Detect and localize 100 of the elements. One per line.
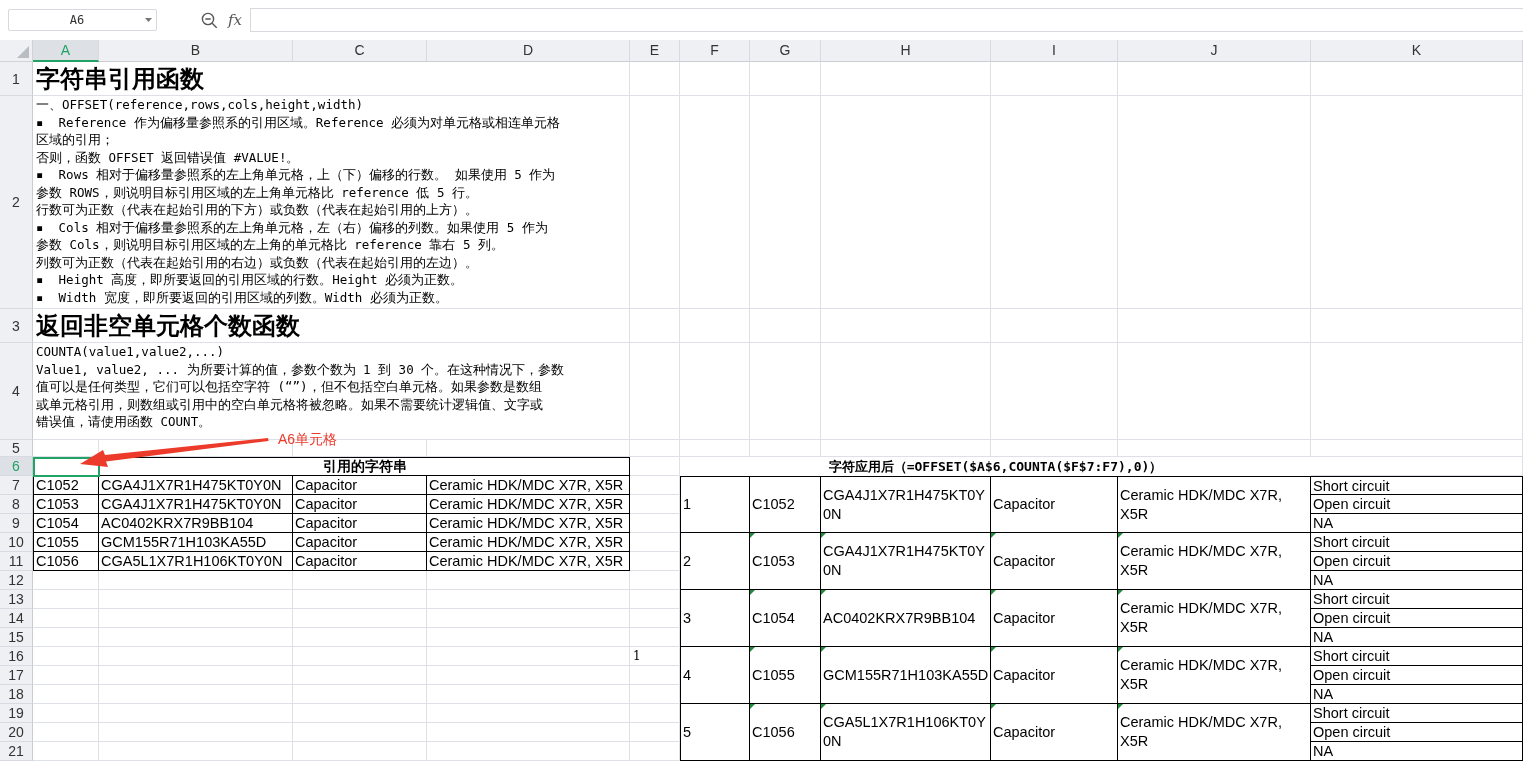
table-cell: Ceramic HDK/MDC X7R, X5R bbox=[1118, 647, 1311, 704]
table-cell: AC0402KRX7R9BB104 bbox=[821, 590, 991, 647]
row-header[interactable]: 14 bbox=[0, 609, 33, 628]
table-cell: C1055 bbox=[750, 647, 821, 704]
column-header[interactable]: K bbox=[1311, 40, 1523, 62]
column-header[interactable]: E bbox=[630, 40, 680, 62]
table-cell: CGA4J1X7R1H475KT0Y0N bbox=[821, 533, 991, 590]
table-cell: NA bbox=[1311, 628, 1523, 647]
table-cell: C1056 bbox=[33, 552, 99, 571]
table-cell: C1054 bbox=[33, 514, 99, 533]
description-line: ▪ Cols 相对于偏移量参照系的左上角单元格，左（右）偏移的列数。如果使用 5 作为 bbox=[36, 218, 549, 236]
table-cell: Short circuit bbox=[1311, 590, 1523, 609]
column-header[interactable]: D bbox=[427, 40, 630, 62]
formula-input-field[interactable] bbox=[250, 8, 1523, 32]
table-cell: NA bbox=[1311, 685, 1523, 704]
dropdown-caret-icon[interactable] bbox=[145, 18, 152, 22]
table-cell: Ceramic HDK/MDC X7R, X5R bbox=[1118, 704, 1311, 761]
description-line: Value1, value2, ... 为所要计算的值，参数个数为 1 到 30 个。在这种情况下，参数 bbox=[36, 360, 566, 378]
table-cell: CGA5L1X7R1H106KT0Y0N bbox=[821, 704, 991, 761]
row-header[interactable]: 19 bbox=[0, 704, 33, 723]
table-cell: NA bbox=[1311, 514, 1523, 533]
table-cell: 5 bbox=[680, 704, 750, 761]
table-cell: Ceramic HDK/MDC X7R, X5R bbox=[427, 495, 630, 514]
table-cell: Open circuit bbox=[1311, 723, 1523, 742]
name-box[interactable]: A6 bbox=[8, 9, 157, 31]
description-line: 一、OFFSET(reference,rows,cols,height,width) bbox=[36, 96, 365, 114]
row-header[interactable]: 2 bbox=[0, 96, 33, 309]
table-cell: C1054 bbox=[750, 590, 821, 647]
function-label[interactable]: fx bbox=[228, 11, 242, 29]
table-cell: Capacitor bbox=[293, 533, 427, 552]
description-line: 或单元格引用，则数组或引用中的空白单元格将被忽略。如果不需要统计逻辑值、文字或 bbox=[36, 395, 544, 413]
row-header[interactable]: 12 bbox=[0, 571, 33, 590]
row-header[interactable]: 5 bbox=[0, 440, 33, 457]
description-line: 值可以是任何类型，它们可以包括空字符 (“”)，但不包括空白单元格。如果参数是数组 bbox=[36, 378, 543, 396]
table-cell: CGA4J1X7R1H475KT0Y0N bbox=[821, 476, 991, 533]
column-header[interactable]: F bbox=[680, 40, 750, 62]
table-cell: Open circuit bbox=[1311, 552, 1523, 571]
column-header[interactable]: C bbox=[293, 40, 427, 62]
table-cell: Capacitor bbox=[293, 552, 427, 571]
row-header[interactable]: 4 bbox=[0, 343, 33, 440]
row-header[interactable]: 9 bbox=[0, 514, 33, 533]
table-cell: C1056 bbox=[750, 704, 821, 761]
table-cell: Capacitor bbox=[991, 533, 1118, 590]
column-header[interactable]: B bbox=[99, 40, 293, 62]
table-cell: Short circuit bbox=[1311, 533, 1523, 552]
zoom-out-icon[interactable] bbox=[201, 11, 218, 29]
table-cell: Open circuit bbox=[1311, 495, 1523, 514]
cell-value: 1 bbox=[632, 648, 642, 665]
column-header[interactable]: H bbox=[821, 40, 991, 62]
table-cell: 2 bbox=[680, 533, 750, 590]
description-line: ▪ Rows 相对于偏移量参照系的左上角单元格，上（下）偏移的行数。 如果使用 5 作为 bbox=[36, 166, 557, 184]
column-header[interactable]: I bbox=[991, 40, 1118, 62]
table-cell: NA bbox=[1311, 742, 1523, 761]
table-cell: Ceramic HDK/MDC X7R, X5R bbox=[1118, 476, 1311, 533]
table-cell: Short circuit bbox=[1311, 704, 1523, 723]
row-header[interactable]: 3 bbox=[0, 309, 33, 343]
table-cell: Capacitor bbox=[293, 476, 427, 495]
table-cell: Open circuit bbox=[1311, 609, 1523, 628]
description-line: 参数 ROWS，则说明目标引用区域的左上角单元格比 reference 低 5 行。 bbox=[36, 183, 479, 201]
table-cell: Open circuit bbox=[1311, 666, 1523, 685]
row-header[interactable]: 16 bbox=[0, 647, 33, 666]
column-header[interactable]: J bbox=[1118, 40, 1311, 62]
row-header[interactable]: 15 bbox=[0, 628, 33, 647]
description-line: COUNTA(value1,value2,...) bbox=[36, 343, 226, 361]
column-header[interactable]: G bbox=[750, 40, 821, 62]
description-line: ▪ Reference 作为偏移量参照系的引用区域。Reference 必须为对单元格或相连单元格 bbox=[36, 113, 562, 131]
row-header[interactable]: 10 bbox=[0, 533, 33, 552]
table-cell: CGA4J1X7R1H475KT0Y0N bbox=[99, 476, 293, 495]
row-header[interactable]: 7 bbox=[0, 476, 33, 495]
table-cell: AC0402KRX7R9BB104 bbox=[99, 514, 293, 533]
table-cell: Ceramic HDK/MDC X7R, X5R bbox=[1118, 533, 1311, 590]
row-header[interactable]: 17 bbox=[0, 666, 33, 685]
table-cell: GCM155R71H103KA55D bbox=[99, 533, 293, 552]
description-line: ▪ Height 高度，即所要返回的引用区域的行数。Height 必须为正数。 bbox=[36, 271, 464, 289]
table-cell: C1053 bbox=[33, 495, 99, 514]
row-header[interactable]: 13 bbox=[0, 590, 33, 609]
row-header[interactable]: 11 bbox=[0, 552, 33, 571]
row-header[interactable]: 21 bbox=[0, 742, 33, 761]
callout-label: A6单元格 bbox=[278, 431, 338, 449]
table-cell: Capacitor bbox=[991, 476, 1118, 533]
table-cell: CGA4J1X7R1H475KT0Y0N bbox=[99, 495, 293, 514]
table-cell: Capacitor bbox=[293, 514, 427, 533]
table-cell: Ceramic HDK/MDC X7R, X5R bbox=[427, 514, 630, 533]
table-cell: 1 bbox=[680, 476, 750, 533]
table-cell: Short circuit bbox=[1311, 476, 1523, 495]
table-cell: Ceramic HDK/MDC X7R, X5R bbox=[427, 552, 630, 571]
table-cell: C1052 bbox=[750, 476, 821, 533]
table-cell: Ceramic HDK/MDC X7R, X5R bbox=[1118, 590, 1311, 647]
description-line: 参数 Cols，则说明目标引用区域的左上角的单元格比 reference 靠右 5 列。 bbox=[36, 236, 505, 254]
table-cell: Ceramic HDK/MDC X7R, X5R bbox=[427, 476, 630, 495]
row-header[interactable]: 18 bbox=[0, 685, 33, 704]
row-header[interactable]: 1 bbox=[0, 62, 33, 96]
table-cell: Capacitor bbox=[991, 590, 1118, 647]
table-cell: Capacitor bbox=[991, 647, 1118, 704]
table-cell: GCM155R71H103KA55D bbox=[821, 647, 991, 704]
table-title: 引用的字符串 bbox=[99, 457, 630, 476]
description-line: 行数可为正数（代表在起始引用的下方）或负数（代表在起始引用的上方）。 bbox=[36, 201, 479, 219]
row-header[interactable]: 8 bbox=[0, 495, 33, 514]
description-line: 错误值，请使用函数 COUNT。 bbox=[36, 413, 213, 431]
row-header[interactable]: 20 bbox=[0, 723, 33, 742]
